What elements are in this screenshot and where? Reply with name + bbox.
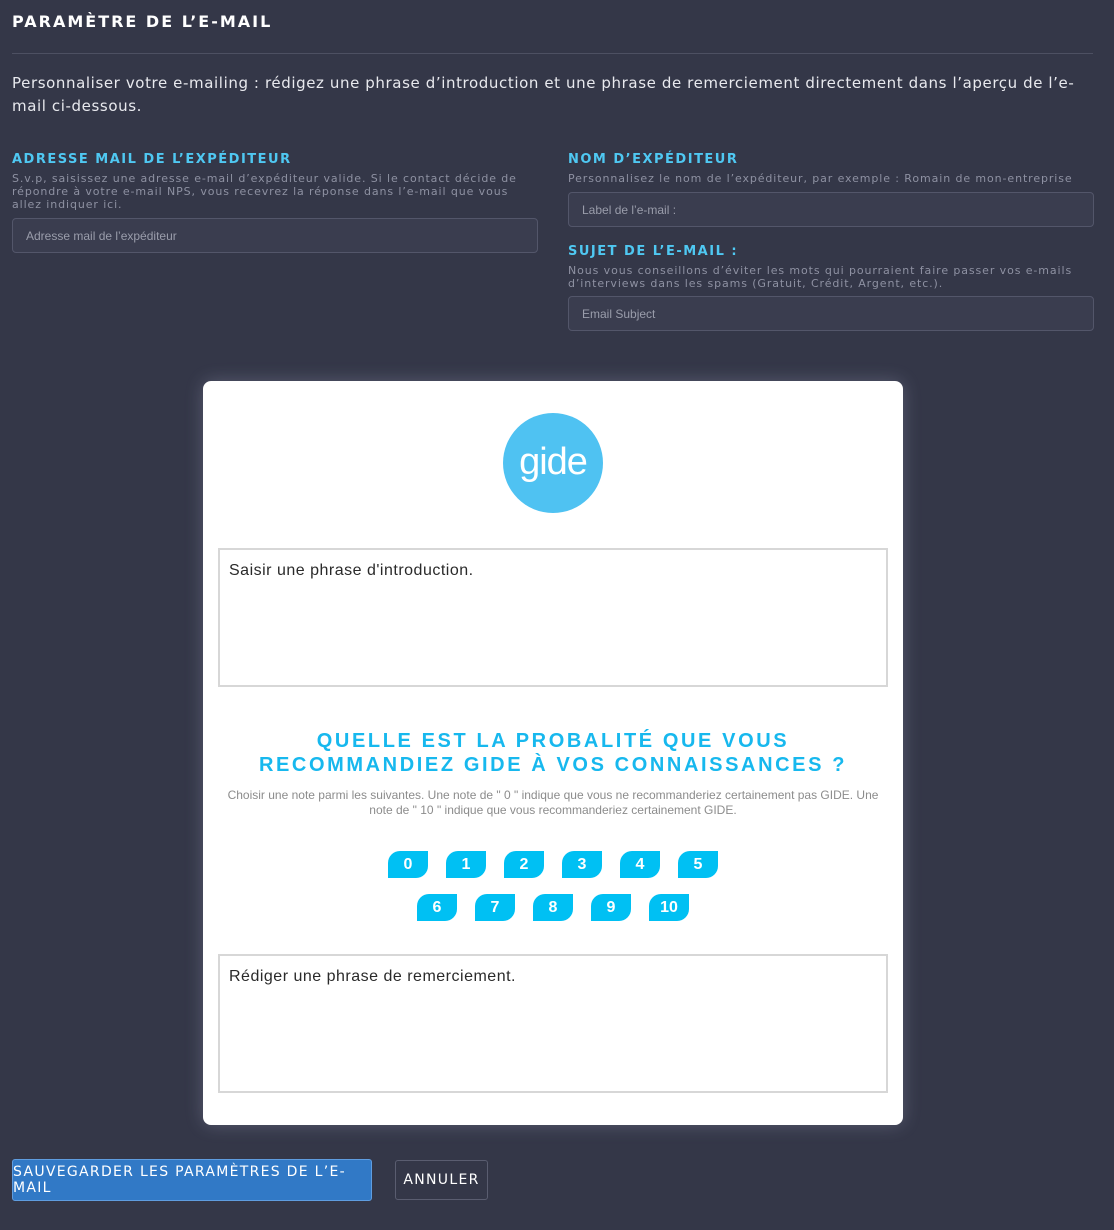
nps-question-help: Choisir une note parmi les suivantes. Un… xyxy=(227,788,879,817)
score-button-6[interactable]: 6 xyxy=(417,894,457,921)
score-button-10[interactable]: 10 xyxy=(649,894,689,921)
sender-email-help: S.v.p, saisissez une adresse e-mail d’ex… xyxy=(12,172,517,211)
score-button-4[interactable]: 4 xyxy=(620,851,660,878)
sender-name-help: Personnalisez le nom de l’expéditeur, pa… xyxy=(568,172,1073,185)
gide-logo-mark: gide xyxy=(519,441,588,483)
gide-logo: gide xyxy=(503,413,603,513)
score-button-7[interactable]: 7 xyxy=(475,894,515,921)
nps-question: QUELLE EST LA PROBALITÉ QUE VOUS RECOMMA… xyxy=(258,730,848,776)
score-row-2: 6 7 8 9 10 xyxy=(203,894,903,921)
score-button-1[interactable]: 1 xyxy=(446,851,486,878)
sender-name-input[interactable] xyxy=(568,192,1094,227)
title-divider xyxy=(12,53,1093,54)
sender-name-label: NOM D’EXPÉDITEUR xyxy=(568,152,739,167)
subject-label: SUJET DE L’E-MAIL : xyxy=(568,244,739,259)
score-row-1: 0 1 2 3 4 5 xyxy=(203,851,903,878)
score-button-9[interactable]: 9 xyxy=(591,894,631,921)
email-preview: gide Saisir une phrase d'introduction. Q… xyxy=(203,381,903,1125)
score-button-8[interactable]: 8 xyxy=(533,894,573,921)
score-button-5[interactable]: 5 xyxy=(678,851,718,878)
score-button-3[interactable]: 3 xyxy=(562,851,602,878)
subject-input[interactable] xyxy=(568,296,1094,331)
subject-help: Nous vous conseillons d’éviter les mots … xyxy=(568,264,1073,290)
sender-email-label: ADRESSE MAIL DE L’EXPÉDITEUR xyxy=(12,152,292,167)
svg-text:gide: gide xyxy=(519,441,587,483)
sender-email-input[interactable] xyxy=(12,218,538,253)
score-button-0[interactable]: 0 xyxy=(388,851,428,878)
intro-phrase-editor[interactable]: Saisir une phrase d'introduction. xyxy=(218,548,888,687)
save-settings-button[interactable]: SAUVEGARDER LES PARAMÈTRES DE L’E-MAIL xyxy=(12,1159,372,1201)
cancel-button[interactable]: ANNULER xyxy=(395,1160,488,1200)
page-intro: Personnaliser votre e-mailing : rédigez … xyxy=(12,74,1075,115)
score-button-2[interactable]: 2 xyxy=(504,851,544,878)
page-title: PARAMÈTRE DE L’E-MAIL xyxy=(12,12,273,31)
thanks-phrase-editor[interactable]: Rédiger une phrase de remerciement. xyxy=(218,954,888,1093)
